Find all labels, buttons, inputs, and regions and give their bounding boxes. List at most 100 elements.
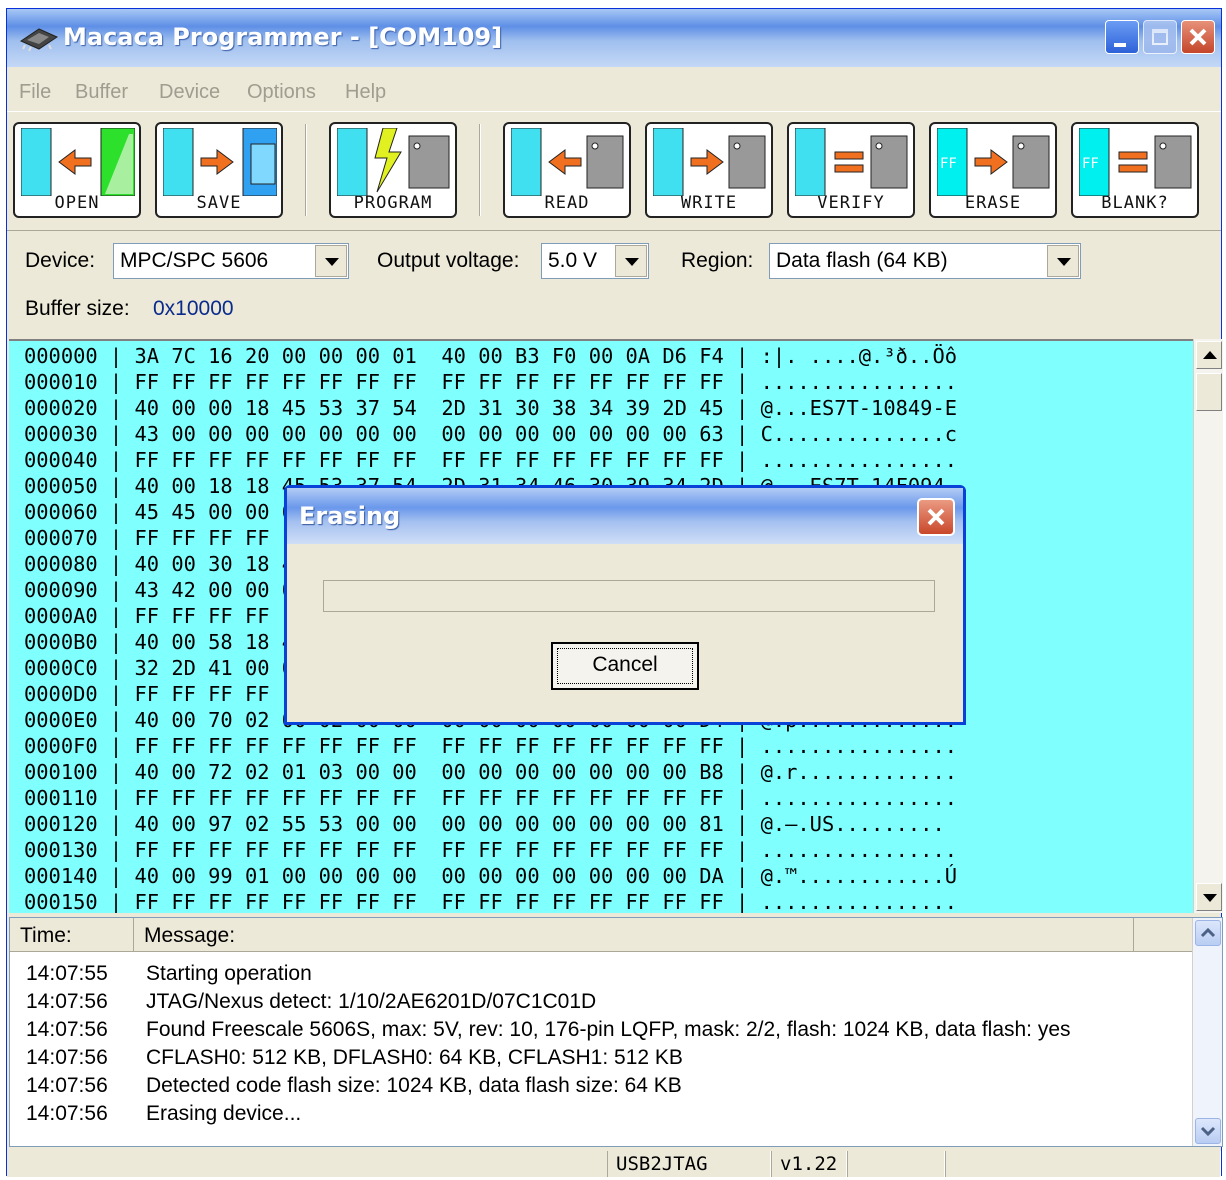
dialog-close-button[interactable]	[917, 498, 955, 536]
time-column-header[interactable]: Time:	[10, 918, 134, 952]
chevron-down-icon[interactable]	[1047, 245, 1079, 277]
chevron-down-icon[interactable]	[615, 245, 647, 277]
log-scroll-down-button[interactable]	[1195, 1118, 1221, 1144]
log-time: 14:07:56	[26, 1074, 108, 1097]
save-label: SAVE	[196, 193, 242, 213]
voltage-value: 5.0 V	[548, 249, 598, 272]
cancel-label: Cancel	[592, 653, 658, 676]
blank-check-label: BLANK?	[1101, 193, 1169, 213]
hex-scrollbar[interactable]	[1193, 339, 1223, 913]
read-chip-icon	[511, 128, 624, 196]
read-button[interactable]: READ	[503, 122, 631, 218]
arrow-up-icon	[1203, 351, 1217, 359]
program-button[interactable]: PROGRAM	[329, 122, 457, 218]
open-label: OPEN	[54, 193, 100, 213]
hex-row[interactable]: 000010 | FF FF FF FF FF FF FF FF FF FF F…	[24, 369, 957, 395]
message-column-header[interactable]: Message:	[134, 918, 1134, 952]
minimize-icon	[1114, 43, 1126, 47]
cancel-button[interactable]: Cancel	[551, 642, 699, 690]
version-status: v1.22	[771, 1151, 847, 1177]
log-scrollbar[interactable]	[1192, 918, 1222, 1146]
erase-ff-text: FF	[940, 156, 957, 172]
program-label: PROGRAM	[353, 193, 433, 213]
toolbar-separator	[305, 124, 307, 216]
device-value: MPC/SPC 5606	[120, 249, 269, 272]
log-header: Time: Message:	[10, 918, 1194, 952]
erase-button[interactable]: FF ERASE	[929, 122, 1057, 218]
arrow-down-icon	[1203, 894, 1217, 902]
save-file-icon	[163, 128, 277, 196]
menu-device[interactable]: Device	[159, 81, 220, 104]
title-bar[interactable]: Macaca Programmer - [COM109]	[7, 9, 1221, 67]
menu-buffer[interactable]: Buffer	[75, 81, 128, 104]
toolbar-separator	[479, 124, 481, 216]
menu-help[interactable]: Help	[345, 81, 386, 104]
blank-ff-text: FF	[1082, 156, 1099, 172]
chevron-up-icon	[1200, 927, 1216, 938]
scroll-down-button[interactable]	[1196, 883, 1222, 911]
region-label: Region:	[681, 249, 754, 272]
write-button[interactable]: WRITE	[645, 122, 773, 218]
erase-label: ERASE	[964, 193, 1022, 213]
log-time: 14:07:56	[26, 990, 108, 1013]
chevron-down-icon	[1200, 1126, 1216, 1137]
voltage-label: Output voltage:	[377, 249, 520, 272]
main-window: Macaca Programmer - [COM109] File Buffer…	[6, 8, 1223, 1177]
voltage-select[interactable]: 5.0 V	[541, 243, 649, 279]
log-time: 14:07:55	[26, 962, 108, 985]
device-select[interactable]: MPC/SPC 5606	[113, 243, 349, 279]
open-button[interactable]: OPEN	[13, 122, 141, 218]
log-scroll-up-button[interactable]	[1195, 920, 1221, 946]
log-message: Erasing device...	[146, 1102, 302, 1125]
blank-check-chip-icon: FF	[1079, 128, 1192, 196]
menu-options[interactable]: Options	[247, 81, 316, 104]
blank-check-button[interactable]: FF BLANK?	[1071, 122, 1199, 218]
buffer-size-value: 0x10000	[153, 297, 234, 320]
buffer-size-label: Buffer size:	[25, 297, 130, 320]
close-icon	[1189, 28, 1207, 46]
log-time: 14:07:56	[26, 1102, 108, 1125]
log-message: Found Freescale 5606S, max: 5V, rev: 10,…	[146, 1018, 1071, 1041]
toolbar: OPEN SAVE PROGRAM READ WRITE VERIFY FF E…	[7, 111, 1221, 231]
menu-bar: File Buffer Device Options Help	[7, 67, 1221, 109]
window-title: Macaca Programmer - [COM109]	[63, 23, 503, 51]
hex-row[interactable]: 000040 | FF FF FF FF FF FF FF FF FF FF F…	[24, 447, 957, 473]
hex-row[interactable]: 000130 | FF FF FF FF FF FF FF FF FF FF F…	[24, 837, 957, 863]
status-bar: USB2JTAG v1.22	[7, 1149, 1221, 1177]
hex-row[interactable]: 000020 | 40 00 00 18 45 53 37 54 2D 31 3…	[24, 395, 957, 421]
hex-row[interactable]: 000000 | 3A 7C 16 20 00 00 00 01 40 00 B…	[24, 343, 957, 369]
hex-row[interactable]: 0000F0 | FF FF FF FF FF FF FF FF FF FF F…	[24, 733, 957, 759]
hex-row[interactable]: 000100 | 40 00 72 02 01 03 00 00 00 00 0…	[24, 759, 957, 785]
close-button[interactable]	[1181, 20, 1215, 54]
log-panel: Time: Message: 14:07:55 Starting operatio…	[9, 917, 1223, 1147]
erasing-dialog: Erasing Cancel	[284, 485, 966, 725]
write-label: WRITE	[680, 193, 738, 213]
erase-chip-icon: FF	[937, 128, 1050, 196]
hex-row[interactable]: 000140 | 40 00 99 01 00 00 00 00 00 00 0…	[24, 863, 957, 889]
chevron-down-icon[interactable]	[315, 245, 347, 277]
save-button[interactable]: SAVE	[155, 122, 283, 218]
maximize-icon	[1152, 29, 1168, 45]
open-file-icon	[21, 128, 135, 196]
hex-row[interactable]: 000120 | 40 00 97 02 55 53 00 00 00 00 0…	[24, 811, 945, 837]
maximize-button[interactable]	[1143, 20, 1177, 54]
verify-button[interactable]: VERIFY	[787, 122, 915, 218]
log-time: 14:07:56	[26, 1018, 108, 1041]
region-value: Data flash (64 KB)	[776, 249, 948, 272]
region-select[interactable]: Data flash (64 KB)	[769, 243, 1081, 279]
dialog-title-bar[interactable]: Erasing	[287, 488, 963, 544]
write-chip-icon	[653, 128, 766, 196]
log-message: CFLASH0: 512 KB, DFLASH0: 64 KB, CFLASH1…	[146, 1046, 683, 1069]
hex-row[interactable]: 000110 | FF FF FF FF FF FF FF FF FF FF F…	[24, 785, 957, 811]
scroll-up-button[interactable]	[1196, 341, 1222, 369]
hex-row[interactable]: 000030 | 43 00 00 00 00 00 00 00 00 00 0…	[24, 421, 957, 447]
program-lightning-chip-icon	[337, 128, 450, 196]
scroll-thumb[interactable]	[1196, 373, 1222, 411]
status-panel-empty	[945, 1151, 1221, 1177]
verify-chip-icon	[795, 128, 908, 196]
verify-label: VERIFY	[817, 193, 885, 213]
minimize-button[interactable]	[1105, 20, 1139, 54]
erase-progress-bar	[323, 580, 935, 612]
menu-file[interactable]: File	[19, 81, 51, 104]
hex-row[interactable]: 000150 | FF FF FF FF FF FF FF FF FF FF F…	[24, 889, 957, 913]
